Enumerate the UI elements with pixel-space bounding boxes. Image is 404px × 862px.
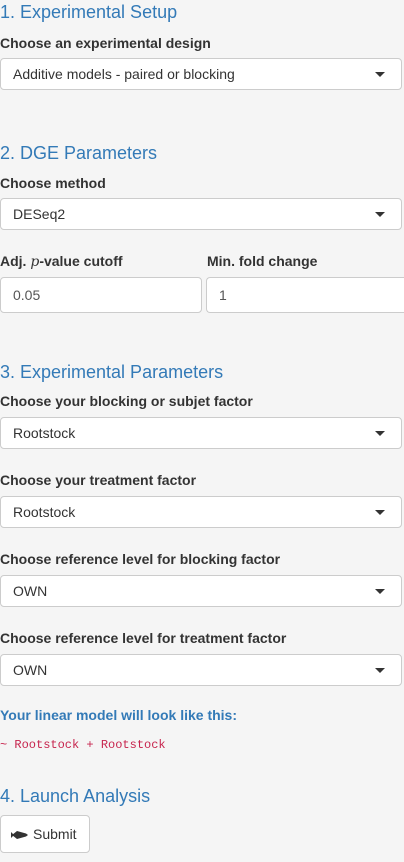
method-select[interactable]: DESeq2: [0, 198, 402, 230]
design-select-value: Additive models - paired or blocking: [13, 66, 235, 82]
treatment-factor-label: Choose your treatment factor: [0, 472, 197, 488]
pvalue-label-p: p: [30, 254, 40, 270]
ref-blocking-value: OWN: [13, 583, 48, 599]
pvalue-label-suffix: -value cutoff: [39, 253, 123, 269]
pvalue-cutoff-label: Adj. p-value cutoff: [0, 252, 123, 271]
treatment-factor-value: Rootstock: [13, 504, 76, 520]
method-label: Choose method: [0, 175, 106, 191]
design-label: Choose an experimental design: [0, 35, 211, 51]
caret-down-icon: [375, 72, 385, 77]
blocking-factor-value: Rootstock: [13, 425, 76, 441]
section-title-dge-parameters: 2. DGE Parameters: [0, 143, 158, 163]
pvalue-label-prefix: Adj.: [0, 253, 31, 269]
ref-treatment-label: Choose reference level for treatment fac…: [0, 630, 287, 646]
submit-label: Submit: [33, 826, 77, 842]
caret-down-icon: [375, 668, 385, 673]
ref-treatment-value: OWN: [13, 662, 48, 678]
fold-change-input[interactable]: 1: [206, 277, 404, 313]
treatment-factor-select[interactable]: Rootstock: [0, 496, 402, 528]
pvalue-cutoff-input[interactable]: 0.05: [0, 277, 202, 313]
linear-model-label: Your linear model will look like this:: [0, 707, 238, 723]
ref-blocking-label: Choose reference level for blocking fact…: [0, 551, 281, 567]
section-title-experimental-parameters: 3. Experimental Parameters: [0, 362, 224, 382]
linear-model-formula: ~ Rootstock + Rootstock: [0, 738, 166, 752]
blocking-factor-label: Choose your blocking or subjet factor: [0, 393, 253, 409]
caret-down-icon: [375, 510, 385, 515]
section-title-launch-analysis: 4. Launch Analysis: [0, 786, 151, 806]
ref-blocking-select[interactable]: OWN: [0, 575, 402, 607]
caret-down-icon: [375, 589, 385, 594]
fold-change-label: Min. fold change: [207, 253, 318, 269]
submit-button[interactable]: Submit: [0, 815, 90, 853]
rocket-icon: [11, 831, 28, 840]
design-select[interactable]: Additive models - paired or blocking: [0, 58, 402, 90]
caret-down-icon: [375, 431, 385, 436]
blocking-factor-select[interactable]: Rootstock: [0, 417, 402, 449]
caret-down-icon: [375, 212, 385, 217]
section-title-experimental-setup: 1. Experimental Setup: [0, 2, 178, 22]
ref-treatment-select[interactable]: OWN: [0, 654, 402, 686]
method-select-value: DESeq2: [13, 206, 66, 222]
